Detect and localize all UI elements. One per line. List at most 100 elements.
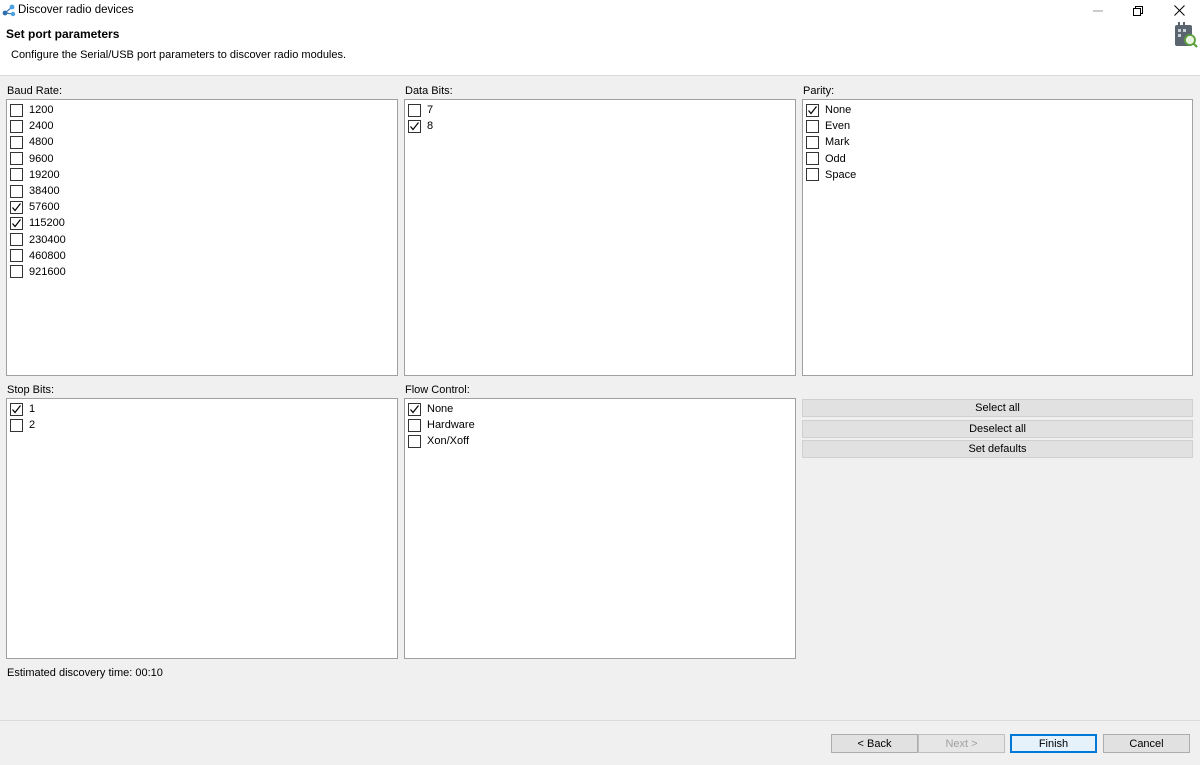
parity-list[interactable]: None Even Mark Odd Space: [802, 99, 1193, 376]
baud-rate-option[interactable]: 19200: [7, 167, 397, 183]
parity-checkbox[interactable]: [806, 103, 819, 117]
data-bits-checkbox[interactable]: [408, 103, 421, 117]
select-all-button[interactable]: Select all: [802, 399, 1193, 417]
baud-rate-option[interactable]: 57600: [7, 199, 397, 215]
baud-rate-checkbox[interactable]: [10, 184, 23, 198]
wizard-header: Set port parameters Configure the Serial…: [0, 21, 1200, 76]
baud-rate-option[interactable]: 4800: [7, 134, 397, 150]
baud-rate-checkbox[interactable]: [10, 265, 23, 279]
title-bar: Discover radio devices: [0, 0, 1200, 21]
flow-control-option[interactable]: None: [405, 401, 795, 417]
stop-bits-option-label: 2: [29, 419, 36, 432]
baud-rate-checkbox[interactable]: [10, 119, 23, 133]
flow-control-checkbox[interactable]: [408, 402, 421, 416]
flow-control-label: Flow Control:: [405, 384, 470, 396]
flow-control-option-label: None: [427, 403, 454, 416]
page-description: Configure the Serial/USB port parameters…: [11, 49, 347, 61]
stop-bits-checkbox[interactable]: [10, 418, 23, 432]
footer-divider: [0, 720, 1200, 721]
cancel-button[interactable]: Cancel: [1103, 734, 1190, 753]
parity-label: Parity:: [803, 85, 835, 97]
flow-control-checkbox[interactable]: [408, 434, 421, 448]
page-title: Set port parameters: [6, 27, 120, 41]
data-bits-option[interactable]: 7: [405, 102, 795, 118]
baud-rate-checkbox[interactable]: [10, 200, 23, 214]
flow-control-list[interactable]: None Hardware Xon/Xoff: [404, 398, 796, 659]
baud-rate-checkbox[interactable]: [10, 216, 23, 230]
parity-option[interactable]: Even: [803, 118, 1192, 134]
stop-bits-option[interactable]: 1: [7, 401, 397, 417]
baud-rate-option-label: 115200: [29, 217, 65, 230]
stop-bits-label: Stop Bits:: [7, 384, 55, 396]
data-bits-option-label: 7: [427, 104, 434, 117]
flow-control-option[interactable]: Hardware: [405, 417, 795, 433]
baud-rate-checkbox[interactable]: [10, 168, 23, 182]
restore-icon: [1133, 5, 1143, 16]
parity-checkbox[interactable]: [806, 168, 819, 182]
baud-rate-checkbox[interactable]: [10, 233, 23, 247]
checkmark-icon: [12, 202, 21, 212]
minimize-button[interactable]: [1076, 0, 1120, 21]
checkmark-icon: [12, 219, 21, 228]
close-button[interactable]: [1157, 0, 1200, 21]
baud-rate-option-label: 230400: [29, 233, 66, 246]
parity-option-label: Space: [825, 168, 857, 181]
baud-rate-option[interactable]: 921600: [7, 264, 397, 280]
stop-bits-option[interactable]: 2: [7, 417, 397, 433]
stop-bits-list[interactable]: 12: [6, 398, 398, 659]
parity-option-label: Mark: [825, 136, 850, 149]
baud-rate-option[interactable]: 230400: [7, 232, 397, 248]
finish-button[interactable]: Finish: [1010, 734, 1097, 753]
baud-rate-list[interactable]: 1200 2400 4800 9600 19200 38400 57600 115200 230…: [6, 99, 398, 376]
baud-rate-option-label: 38400: [29, 185, 60, 198]
baud-rate-option[interactable]: 2400: [7, 118, 397, 134]
flow-control-checkbox[interactable]: [408, 418, 421, 432]
data-bits-list[interactable]: 78: [404, 99, 796, 376]
baud-rate-option-label: 4800: [29, 136, 54, 149]
baud-rate-checkbox[interactable]: [10, 103, 23, 117]
baud-rate-option-label: 57600: [29, 201, 60, 214]
parity-option[interactable]: None: [803, 102, 1192, 118]
next-button[interactable]: Next >: [918, 734, 1005, 753]
deselect-all-button[interactable]: Deselect all: [802, 420, 1193, 438]
parity-option[interactable]: Space: [803, 167, 1192, 183]
baud-rate-option-label: 19200: [29, 168, 60, 181]
checkmark-icon: [410, 121, 419, 131]
baud-rate-option-label: 1200: [29, 104, 54, 117]
data-bits-checkbox[interactable]: [408, 119, 421, 133]
parity-option-label: Even: [825, 120, 851, 133]
device-search-icon: [1175, 22, 1198, 48]
window-title: Discover radio devices: [18, 4, 134, 16]
checkmark-icon: [808, 105, 817, 115]
data-bits-option-label: 8: [427, 120, 434, 133]
minimize-icon: [1093, 10, 1103, 11]
baud-rate-option[interactable]: 460800: [7, 248, 397, 264]
baud-rate-label: Baud Rate:: [7, 85, 63, 97]
data-bits-option[interactable]: 8: [405, 118, 795, 134]
baud-rate-option[interactable]: 38400: [7, 183, 397, 199]
parity-option[interactable]: Mark: [803, 134, 1192, 150]
baud-rate-option[interactable]: 115200: [7, 215, 397, 231]
baud-rate-checkbox[interactable]: [10, 135, 23, 149]
baud-rate-checkbox[interactable]: [10, 152, 23, 166]
parity-option[interactable]: Odd: [803, 151, 1192, 167]
parity-checkbox[interactable]: [806, 119, 819, 133]
parity-checkbox[interactable]: [806, 135, 819, 149]
stop-bits-checkbox[interactable]: [10, 402, 23, 416]
flow-control-option-label: Hardware: [427, 419, 475, 432]
network-app-icon: [2, 4, 16, 17]
flow-control-option-label: Xon/Xoff: [427, 435, 469, 448]
close-icon: [1173, 5, 1185, 16]
checkmark-icon: [12, 404, 21, 414]
baud-rate-option[interactable]: 1200: [7, 102, 397, 118]
baud-rate-option-label: 921600: [29, 265, 66, 278]
back-button[interactable]: < Back: [831, 734, 918, 753]
set-defaults-button[interactable]: Set defaults: [802, 440, 1193, 458]
checkmark-icon: [410, 404, 419, 414]
baud-rate-checkbox[interactable]: [10, 249, 23, 263]
baud-rate-option[interactable]: 9600: [7, 151, 397, 167]
parity-checkbox[interactable]: [806, 152, 819, 166]
flow-control-option[interactable]: Xon/Xoff: [405, 433, 795, 449]
restore-button[interactable]: [1116, 0, 1160, 21]
baud-rate-option-label: 2400: [29, 120, 54, 133]
